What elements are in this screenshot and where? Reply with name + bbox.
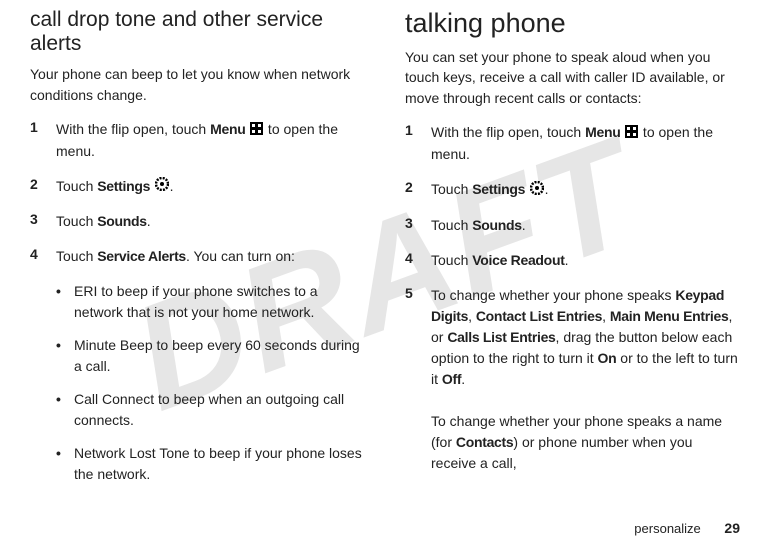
right-step-1: 1 With the flip open, touch Menu to open… (405, 122, 740, 165)
main-menu-entries-label: Main Menu Entries (610, 308, 729, 324)
right-step-3: 3 Touch Sounds. (405, 215, 740, 236)
step-number: 3 (405, 215, 419, 236)
menu-grid-icon (250, 120, 263, 141)
contact-list-entries-label: Contact List Entries (476, 308, 602, 324)
bullet-icon: • (56, 335, 64, 377)
step-number: 2 (30, 176, 44, 198)
right-step-4: 4 Touch Voice Readout. (405, 250, 740, 271)
intro-text: You can set your phone to (405, 49, 571, 65)
bullet-icon: • (56, 389, 64, 431)
step-text: . (170, 178, 174, 194)
step-number: 3 (30, 211, 44, 232)
menu-grid-icon (625, 123, 638, 144)
step-text: . You can turn on: (186, 248, 295, 264)
speak-aloud-bold: speak aloud (571, 49, 647, 65)
voice-readout-label: Voice Readout (472, 252, 564, 268)
right-intro: You can set your phone to speak aloud wh… (405, 47, 740, 108)
left-heading: call drop tone and other service alerts (30, 8, 365, 56)
step-number: 4 (30, 246, 44, 267)
step-text: With the flip open, touch (431, 124, 585, 140)
step-text: . (461, 371, 465, 387)
step-text: . (147, 213, 151, 229)
bullet-bold: Call Connect (74, 391, 154, 407)
step-text: . (545, 181, 549, 197)
right-column: talking phone You can set your phone to … (405, 8, 740, 497)
on-label: On (598, 350, 617, 366)
step-number: 5 (405, 285, 419, 474)
contacts-label: Contacts (456, 434, 514, 450)
left-step-3: 3 Touch Sounds. (30, 211, 365, 232)
gear-icon (155, 176, 169, 197)
step-text: Touch (56, 248, 97, 264)
page-footer: personalize 29 (634, 520, 740, 536)
step-text: Touch (56, 178, 97, 194)
service-alerts-label: Service Alerts (97, 248, 186, 264)
step-text: . (522, 217, 526, 233)
sounds-label: Sounds (472, 217, 522, 233)
page-number: 29 (724, 520, 740, 536)
menu-label: Menu (585, 124, 624, 140)
bullet-bold: Minute Beep (74, 337, 153, 353)
left-step-1: 1 With the flip open, touch Menu to open… (30, 119, 365, 162)
step-text: Touch (431, 181, 472, 197)
bullet-icon: • (56, 443, 64, 485)
bullet-text: to beep if your phone switches to a netw… (74, 283, 318, 320)
left-step-2: 2 Touch Settings . (30, 176, 365, 198)
right-step-2: 2 Touch Settings . (405, 179, 740, 201)
bullet-icon: • (56, 281, 64, 323)
left-step-4: 4 Touch Service Alerts. You can turn on: (30, 246, 365, 267)
step-text: With the flip open, touch (56, 121, 210, 137)
step-text: Touch (431, 252, 472, 268)
bullet-eri: • ERI to beep if your phone switches to a… (30, 281, 365, 323)
step-number: 4 (405, 250, 419, 271)
sounds-label: Sounds (97, 213, 147, 229)
step-number: 2 (405, 179, 419, 201)
off-label: Off (442, 371, 461, 387)
step-text: . (565, 252, 569, 268)
step-number: 1 (405, 122, 419, 165)
step-text: , (602, 308, 610, 324)
settings-label: Settings (97, 178, 153, 194)
left-intro: Your phone can beep to let you know when… (30, 64, 365, 105)
bullet-network-lost: •Network Lost Tone to beep if your phone… (30, 443, 365, 485)
step-text: Touch (56, 213, 97, 229)
step-text: Touch (431, 217, 472, 233)
bullet-call-connect: •Call Connect to beep when an outgoing c… (30, 389, 365, 431)
gear-icon (530, 180, 544, 201)
right-heading: talking phone (405, 8, 740, 39)
left-column: call drop tone and other service alerts … (30, 8, 365, 497)
bullet-minute-beep: •Minute Beep to beep every 60 seconds du… (30, 335, 365, 377)
step-number: 1 (30, 119, 44, 162)
footer-section-label: personalize (634, 521, 701, 536)
settings-label: Settings (472, 181, 528, 197)
calls-list-entries-label: Calls List Entries (447, 329, 555, 345)
step-text: To change whether your phone speaks (431, 287, 675, 303)
menu-label: Menu (210, 121, 249, 137)
step-text: , (468, 308, 476, 324)
bullet-bold: Network Lost Tone (74, 445, 190, 461)
bullet-bold: ERI (74, 283, 97, 299)
right-step-5: 5 To change whether your phone speaks Ke… (405, 285, 740, 474)
